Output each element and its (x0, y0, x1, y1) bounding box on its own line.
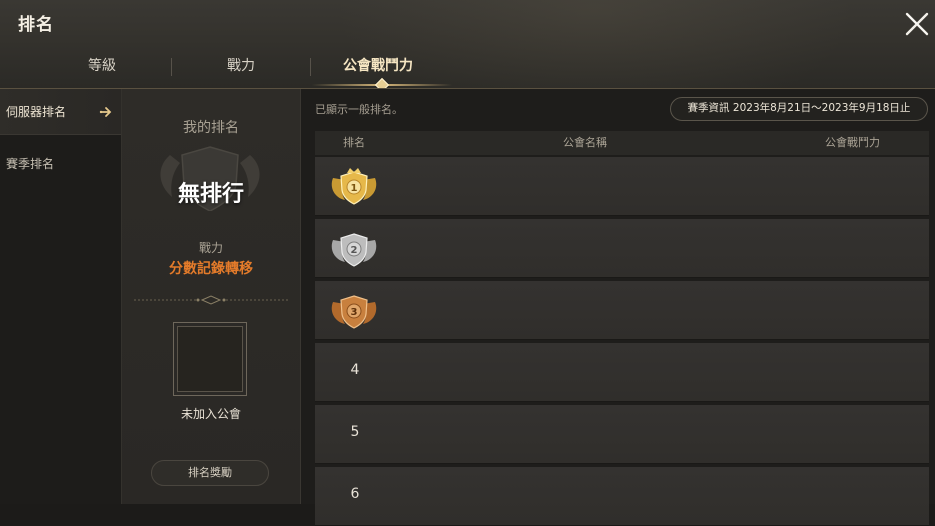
table-header: 排名 公會名稱 公會戰鬥力 (315, 131, 929, 155)
ornament-divider (134, 295, 288, 305)
guild-status: 未加入公會 (180, 407, 241, 421)
sidebar-item-server-ranking[interactable]: 伺服器排名 (0, 89, 121, 135)
svg-text:3: 3 (351, 307, 358, 318)
my-rank-title: 我的排名 (183, 120, 239, 136)
page-title: 排名 (18, 15, 54, 35)
svg-text:1: 1 (351, 183, 358, 194)
close-button[interactable] (903, 10, 931, 38)
table-row[interactable]: 3 (315, 281, 929, 340)
my-rank-panel: 我的排名 無排行 戰力 分數記錄轉移 未加入公會 排名獎勵 (122, 89, 301, 504)
rank-number: 4 (350, 362, 360, 378)
svg-text:2: 2 (351, 245, 358, 256)
gold-medal-icon: 1 (331, 168, 377, 205)
ranking-table-area: 已顯示一般排名。 賽季資訊 2023年8月21日～2023年9月18日止 排名 … (301, 89, 935, 526)
close-icon (905, 12, 929, 36)
bronze-medal-icon: 3 (331, 295, 377, 329)
column-header-rank: 排名 (343, 136, 365, 149)
sidebar-item-label: 賽季排名 (6, 157, 55, 171)
table-row[interactable]: 4 (315, 343, 929, 402)
table-row[interactable]: 6 (315, 467, 929, 526)
table-row[interactable]: 1 (315, 157, 929, 216)
guild-emblem-placeholder (173, 322, 247, 396)
tab-level[interactable]: 等級 (62, 52, 142, 84)
silver-medal-icon: 2 (331, 233, 377, 267)
sidebar: 伺服器排名 賽季排名 (0, 89, 122, 504)
header-bar: 排名 等級 戰力 公會戰鬥力 (0, 0, 935, 89)
table-row[interactable]: 5 (315, 405, 929, 464)
my-rank-value: 無排行 (177, 182, 244, 207)
score-transfer-link[interactable]: 分數記錄轉移 (122, 258, 300, 278)
ranking-reward-button[interactable]: 排名獎勵 (151, 460, 269, 486)
ranking-notice: 已顯示一般排名。 (315, 103, 403, 116)
season-info-button[interactable]: 賽季資訊 2023年8月21日～2023年9月18日止 (670, 97, 928, 121)
rank-number: 5 (350, 424, 360, 440)
tab-divider (310, 58, 311, 76)
column-header-guild-name: 公會名稱 (563, 136, 607, 149)
rank-number: 6 (350, 486, 360, 502)
arrow-right-icon (99, 107, 112, 117)
column-header-guild-power: 公會戰鬥力 (825, 136, 880, 149)
table-row[interactable]: 2 (315, 219, 929, 278)
power-label: 戰力 (198, 241, 223, 255)
tab-bar: 等級 戰力 公會戰鬥力 (0, 52, 935, 88)
tab-guild-combat-power[interactable]: 公會戰鬥力 (322, 52, 434, 84)
tab-combat-power[interactable]: 戰力 (201, 52, 281, 84)
sidebar-item-label: 伺服器排名 (6, 105, 67, 119)
tab-divider (171, 58, 172, 76)
sidebar-item-season-ranking[interactable]: 賽季排名 (0, 141, 121, 187)
